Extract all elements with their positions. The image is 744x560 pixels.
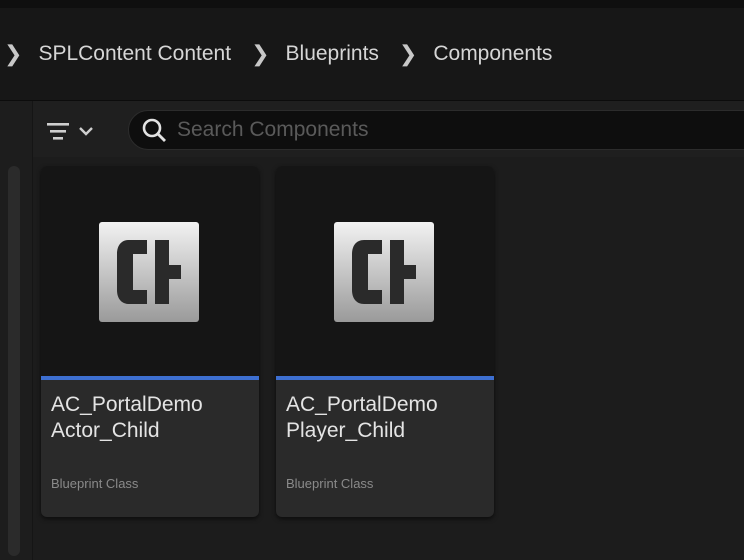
asset-name: AC_PortalDemo Player_Child bbox=[286, 393, 438, 442]
asset-type-color-bar bbox=[276, 376, 494, 380]
filter-button[interactable] bbox=[44, 116, 116, 146]
asset-type-label: Blueprint Class bbox=[286, 476, 374, 491]
filter-icon bbox=[47, 123, 69, 140]
asset-tile[interactable]: AC_PortalDemo Actor_Child Blueprint Clas… bbox=[41, 166, 259, 517]
search-icon bbox=[142, 118, 166, 142]
breadcrumb-item-components[interactable]: Components bbox=[433, 42, 552, 66]
asset-type-color-bar bbox=[41, 376, 259, 380]
search-box[interactable] bbox=[128, 110, 744, 150]
actor-component-icon bbox=[99, 222, 199, 322]
asset-thumbnail bbox=[276, 166, 494, 376]
asset-thumbnail bbox=[41, 166, 259, 376]
breadcrumb-root-chevron-icon[interactable]: ❯ bbox=[4, 43, 22, 65]
sources-scrollbar[interactable] bbox=[8, 166, 20, 556]
breadcrumb: ❯ SPLContent Content ❯ Blueprints ❯ Comp… bbox=[0, 8, 744, 101]
asset-type-label: Blueprint Class bbox=[51, 476, 139, 491]
actor-component-icon bbox=[334, 222, 434, 322]
content-browser: ❯ SPLContent Content ❯ Blueprints ❯ Comp… bbox=[0, 0, 744, 560]
breadcrumb-item-content[interactable]: SPLContent Content bbox=[38, 42, 231, 66]
top-strip bbox=[0, 0, 744, 8]
chevron-right-icon[interactable]: ❯ bbox=[399, 43, 417, 65]
breadcrumb-item-blueprints[interactable]: Blueprints bbox=[286, 42, 379, 66]
chevron-right-icon[interactable]: ❯ bbox=[251, 43, 269, 65]
asset-tile[interactable]: AC_PortalDemo Player_Child Blueprint Cla… bbox=[276, 166, 494, 517]
chevron-down-icon bbox=[79, 127, 93, 136]
asset-name: AC_PortalDemo Actor_Child bbox=[51, 393, 203, 442]
search-input[interactable] bbox=[175, 117, 739, 143]
